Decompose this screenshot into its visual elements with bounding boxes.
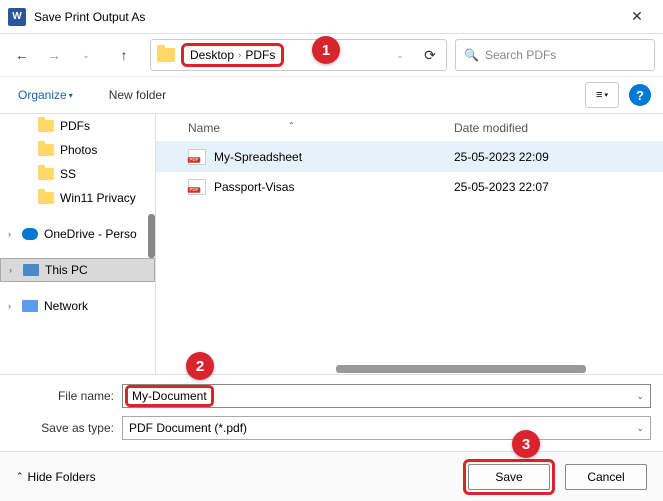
title-bar: W Save Print Output As ✕ xyxy=(0,0,663,34)
folder-icon xyxy=(38,168,54,180)
up-button[interactable]: ↑ xyxy=(110,41,138,69)
back-button[interactable]: ← xyxy=(8,41,36,69)
col-name-header[interactable]: Name xyxy=(188,121,220,135)
horizontal-scrollbar[interactable] xyxy=(336,365,586,373)
column-headers[interactable]: Name ⌃ Date modified xyxy=(156,114,663,142)
crumb-desktop[interactable]: Desktop xyxy=(190,48,234,62)
network-icon xyxy=(22,300,38,312)
filename-input[interactable]: My-Document ⌄ xyxy=(122,384,651,408)
sidebar-item-photos[interactable]: Photos xyxy=(0,138,155,162)
breadcrumb[interactable]: Desktop › PDFs xyxy=(190,48,275,62)
sidebar-item-pdfs[interactable]: PDFs xyxy=(0,114,155,138)
list-icon: ≡ xyxy=(596,89,602,101)
callout-1: 1 xyxy=(312,36,340,64)
chevron-up-icon: ⌃ xyxy=(16,471,24,482)
word-app-icon: W xyxy=(8,8,26,26)
chevron-right-icon: › xyxy=(8,229,16,239)
chevron-right-icon: › xyxy=(8,301,16,311)
save-button[interactable]: Save xyxy=(468,464,550,490)
folder-icon xyxy=(38,192,54,204)
main-area: PDFs Photos SS Win11 Privacy ›OneDrive -… xyxy=(0,114,663,374)
sidebar: PDFs Photos SS Win11 Privacy ›OneDrive -… xyxy=(0,114,156,374)
toolbar: Organize ▾ New folder ≡ ▾ ? xyxy=(0,76,663,114)
file-list: Name ⌃ Date modified My-Spreadsheet 25-05… xyxy=(156,114,663,374)
chevron-right-icon: › xyxy=(238,50,241,61)
callout-3: 3 xyxy=(512,430,540,458)
filename-label: File name: xyxy=(12,389,122,403)
pdf-icon xyxy=(188,149,206,165)
help-button[interactable]: ? xyxy=(629,84,651,106)
recent-dropdown[interactable]: ⌄ xyxy=(72,41,100,69)
save-highlight: Save xyxy=(463,459,555,495)
sidebar-item-onedrive[interactable]: ›OneDrive - Perso xyxy=(0,222,155,246)
sidebar-item-network[interactable]: ›Network xyxy=(0,294,155,318)
pc-icon xyxy=(23,264,39,276)
forward-button[interactable]: → xyxy=(40,41,68,69)
scrollbar[interactable] xyxy=(148,214,155,258)
footer: ⌃ Hide Folders Save Cancel xyxy=(0,451,663,501)
chevron-down-icon: ▾ xyxy=(69,91,73,100)
saveastype-label: Save as type: xyxy=(12,421,122,435)
file-name: Passport-Visas xyxy=(214,180,294,194)
file-row[interactable]: My-Spreadsheet 25-05-2023 22:09 xyxy=(156,142,663,172)
folder-icon xyxy=(38,120,54,132)
file-date: 25-05-2023 22:07 xyxy=(446,180,663,194)
file-date: 25-05-2023 22:09 xyxy=(446,150,663,164)
address-dropdown[interactable]: ⌄ xyxy=(386,41,414,69)
search-input[interactable]: 🔍 Search PDFs xyxy=(455,39,655,71)
sidebar-item-win11-privacy[interactable]: Win11 Privacy xyxy=(0,186,155,210)
pdf-icon xyxy=(188,179,206,195)
sort-indicator-icon: ⌃ xyxy=(288,121,295,135)
chevron-down-icon[interactable]: ⌄ xyxy=(636,391,644,402)
file-name: My-Spreadsheet xyxy=(214,150,302,164)
col-date-header[interactable]: Date modified xyxy=(446,121,663,135)
search-icon: 🔍 xyxy=(464,48,479,62)
breadcrumb-highlight: Desktop › PDFs xyxy=(181,43,284,67)
refresh-button[interactable]: ⟳ xyxy=(416,41,444,69)
bottom-fields: File name: My-Document ⌄ Save as type: P… xyxy=(0,374,663,451)
filename-highlight: My-Document xyxy=(125,385,214,407)
cloud-icon xyxy=(22,228,38,240)
folder-icon xyxy=(38,144,54,156)
folder-icon xyxy=(157,48,175,62)
view-options-button[interactable]: ≡ ▾ xyxy=(585,82,619,108)
saveastype-select[interactable]: PDF Document (*.pdf) ⌄ xyxy=(122,416,651,440)
new-folder-button[interactable]: New folder xyxy=(103,84,172,106)
close-button[interactable]: ✕ xyxy=(615,2,659,32)
file-row[interactable]: Passport-Visas 25-05-2023 22:07 xyxy=(156,172,663,202)
organize-button[interactable]: Organize ▾ xyxy=(12,84,79,106)
chevron-down-icon[interactable]: ⌄ xyxy=(636,423,644,434)
crumb-pdfs[interactable]: PDFs xyxy=(245,48,275,62)
chevron-right-icon: › xyxy=(9,265,17,275)
window-title: Save Print Output As xyxy=(34,10,615,24)
cancel-button[interactable]: Cancel xyxy=(565,464,647,490)
address-bar[interactable]: Desktop › PDFs ⌄ ⟳ xyxy=(150,39,447,71)
sidebar-item-ss[interactable]: SS xyxy=(0,162,155,186)
callout-2: 2 xyxy=(186,352,214,380)
sidebar-item-this-pc[interactable]: ›This PC xyxy=(0,258,155,282)
hide-folders-button[interactable]: ⌃ Hide Folders xyxy=(16,470,96,484)
search-placeholder: Search PDFs xyxy=(485,48,556,62)
